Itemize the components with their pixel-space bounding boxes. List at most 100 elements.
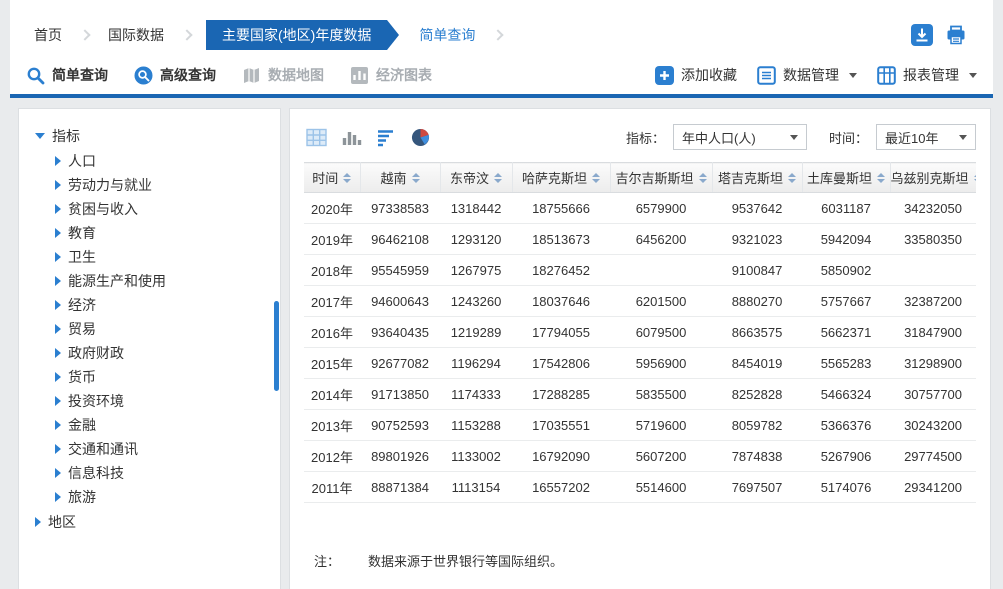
print-button[interactable]	[945, 24, 967, 46]
sidebar-item[interactable]: 金融	[55, 413, 280, 437]
sidebar-item[interactable]: 交通和通讯	[55, 437, 280, 461]
tab-home[interactable]: 首页	[22, 20, 74, 50]
time-filter-label: 时间：	[829, 128, 868, 147]
table-cell: 29774500	[890, 441, 976, 472]
table-cell: 1267975	[440, 255, 512, 286]
indicator-select-value: 年中人口(人)	[682, 128, 756, 147]
table-cell: 5267906	[802, 441, 890, 472]
pie-chart-view-button[interactable]	[409, 126, 432, 149]
breadcrumb-tabs: 首页国际数据主要国家(地区)年度数据 简单查询	[22, 20, 509, 50]
table-cell: 9321023	[712, 224, 802, 255]
tab-label: 简单查询	[419, 25, 475, 45]
table-row: 2018年95545959126797518276452910084758509…	[304, 255, 976, 286]
sort-icon	[788, 173, 796, 183]
search-icon	[26, 66, 45, 85]
triangle-right-icon	[55, 444, 61, 454]
tab-simple-query[interactable]: 简单查询	[407, 20, 487, 50]
tab-international-data[interactable]: 国际数据	[96, 20, 176, 50]
table-view-button[interactable]	[304, 126, 329, 149]
sort-up-icon	[412, 173, 420, 177]
toolbar-advanced-query[interactable]: 高级查询	[134, 65, 216, 85]
table-cell: 17794055	[512, 317, 610, 348]
column-header[interactable]: 时间	[304, 163, 360, 193]
sidebar-item[interactable]: 投资环境	[55, 389, 280, 413]
sidebar-item[interactable]: 卫生	[55, 245, 280, 269]
toolbar-item-label: 报表管理	[903, 65, 959, 85]
caret-down-icon	[849, 73, 857, 78]
sidebar-item[interactable]: 经济	[55, 293, 280, 317]
triangle-right-icon	[55, 300, 61, 310]
toolbar-data-management[interactable]: 数据管理	[757, 65, 857, 85]
triangle-right-icon	[55, 396, 61, 406]
sidebar-item[interactable]: 贫困与收入	[55, 197, 280, 221]
sidebar-item[interactable]: 人口	[55, 149, 280, 173]
list-view-button[interactable]	[374, 126, 399, 149]
toolbar-add-favorite[interactable]: 添加收藏	[655, 65, 737, 85]
triangle-down-icon	[35, 133, 45, 139]
column-header-label: 越南	[380, 168, 406, 187]
sidebar-item[interactable]: 能源生产和使用	[55, 269, 280, 293]
column-header[interactable]: 吉尔吉斯斯坦	[610, 163, 712, 193]
toolbar-simple-query[interactable]: 简单查询	[26, 65, 108, 85]
column-header[interactable]: 塔吉克斯坦	[712, 163, 802, 193]
table-cell: 1318442	[440, 193, 512, 224]
toolbar-item-label: 高级查询	[160, 65, 216, 85]
header-actions	[911, 24, 981, 46]
table-row: 2016年93640435121928917794055607950086635…	[304, 317, 976, 348]
table-cell: 94600643	[360, 286, 440, 317]
triangle-right-icon	[55, 252, 61, 262]
table-row: 2011年88871384111315416557202551460076975…	[304, 472, 976, 503]
table-cell: 5466324	[802, 379, 890, 410]
sidebar-item[interactable]: 劳动力与就业	[55, 173, 280, 197]
table-cell: 8252828	[712, 379, 802, 410]
sidebar-item-label: 货币	[68, 367, 96, 387]
table-cell: 5565283	[802, 348, 890, 379]
column-header[interactable]: 土库曼斯坦	[802, 163, 890, 193]
table-cell: 18755666	[512, 193, 610, 224]
table-cell: 17542806	[512, 348, 610, 379]
tree-root-region[interactable]: 地区	[35, 509, 280, 535]
column-header[interactable]: 越南	[360, 163, 440, 193]
sidebar-item[interactable]: 货币	[55, 365, 280, 389]
table-cell: 93640435	[360, 317, 440, 348]
sidebar-item-label: 交通和通讯	[68, 439, 138, 459]
sort-icon	[343, 173, 351, 183]
tabs-row: 首页国际数据主要国家(地区)年度数据 简单查询	[10, 20, 993, 50]
map-icon	[242, 66, 261, 85]
column-header[interactable]: 哈萨克斯坦	[512, 163, 610, 193]
tree-root-indicators[interactable]: 指标	[35, 123, 280, 149]
toolbar: 简单查询高级查询数据地图经济图表 添加收藏数据管理报表管理	[10, 56, 993, 98]
tab-major-countries-annual-data[interactable]: 主要国家(地区)年度数据	[206, 20, 387, 50]
table-cell: 95545959	[360, 255, 440, 286]
table-row: 2013年90752593115328817035551571960080597…	[304, 410, 976, 441]
sidebar-scrollbar-thumb[interactable]	[274, 301, 279, 391]
sidebar-item[interactable]: 信息科技	[55, 461, 280, 485]
column-header[interactable]: 乌兹别克斯坦	[890, 163, 976, 193]
sort-icon	[592, 173, 600, 183]
note-label: 注：	[314, 551, 340, 570]
bar-chart-icon	[341, 128, 362, 147]
toolbar-item-label: 经济图表	[376, 65, 432, 85]
toolbar-item-label: 简单查询	[52, 65, 108, 85]
table-cell: 2018年	[304, 255, 360, 286]
column-header[interactable]: 东帝汶	[440, 163, 512, 193]
column-header-content: 乌兹别克斯坦	[891, 168, 977, 187]
download-button[interactable]	[911, 24, 933, 46]
toolbar-report-management[interactable]: 报表管理	[877, 65, 977, 85]
sort-icon	[877, 173, 885, 183]
sort-up-icon	[494, 173, 502, 177]
table-cell	[610, 255, 712, 286]
tree-root-label: 指标	[52, 126, 80, 146]
sidebar-item[interactable]: 政府财政	[55, 341, 280, 365]
bar-chart-view-button[interactable]	[339, 126, 364, 149]
column-header-content: 吉尔吉斯斯坦	[615, 168, 706, 187]
indicator-select[interactable]: 年中人口(人)	[673, 124, 807, 150]
sidebar-item[interactable]: 贸易	[55, 317, 280, 341]
sidebar-item[interactable]: 旅游	[55, 485, 280, 509]
sidebar-item-label: 教育	[68, 223, 96, 243]
time-select[interactable]: 最近10年	[876, 124, 976, 150]
sort-down-icon	[699, 179, 707, 183]
table-cell: 90752593	[360, 410, 440, 441]
sort-icon	[494, 173, 502, 183]
sidebar-item[interactable]: 教育	[55, 221, 280, 245]
